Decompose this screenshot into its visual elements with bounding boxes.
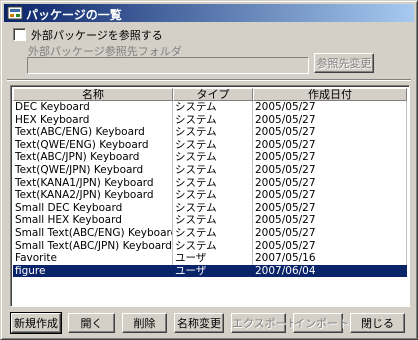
cell-name: Small DEC Keyboard bbox=[13, 201, 173, 215]
cell-name: Text(KANA2/JPN) Keyboard bbox=[13, 189, 173, 202]
cell-date: 2005/05/27 bbox=[253, 176, 407, 190]
window-title: パッケージの一覧 bbox=[26, 8, 122, 22]
list-row[interactable]: Text(KANA1/JPN) Keyboard システム 2005/05/27 bbox=[13, 176, 407, 190]
list-row[interactable]: Text(ABC/JPN) Keyboard システム 2005/05/27 bbox=[13, 151, 407, 164]
cell-name: Small Text(ABC/ENG) Keyboard bbox=[15, 226, 173, 240]
cell-date: 2005/05/27 bbox=[253, 151, 407, 164]
cell-date: 2005/05/27 bbox=[253, 138, 407, 152]
list-row[interactable]: figure ユーザ 2007/06/04 bbox=[13, 264, 407, 278]
title-bar: パッケージの一覧 bbox=[4, 4, 414, 22]
cell-date: 2005/05/27 bbox=[253, 113, 407, 127]
cell-date: 2005/05/27 bbox=[253, 239, 407, 253]
list-row[interactable]: Text(QWE/JPN) Keyboard システム 2005/05/27 bbox=[13, 163, 407, 177]
cell-type: システム bbox=[173, 126, 253, 139]
cell-date: 2005/05/27 bbox=[253, 226, 407, 240]
cell-name: Text(ABC/JPN) Keyboard bbox=[13, 151, 173, 164]
cell-date: 2007/05/16 bbox=[253, 252, 407, 265]
cell-type: システム bbox=[173, 101, 253, 114]
cell-type: システム bbox=[173, 214, 253, 227]
list-row[interactable]: Text(QWE/ENG) Keyboard システム 2005/05/27 bbox=[13, 138, 407, 152]
cell-type: ユーザ bbox=[173, 252, 253, 265]
cell-type: システム bbox=[173, 239, 253, 253]
list-row[interactable]: Small DEC Keyboard システム 2005/05/27 bbox=[13, 201, 407, 215]
package-icon bbox=[7, 6, 23, 20]
cell-type: システム bbox=[173, 201, 253, 215]
column-header-name[interactable]: 名称 bbox=[13, 88, 173, 101]
list-row[interactable]: Small Text(ABC/ENG) Keyboard システム 2005/05/… bbox=[13, 226, 407, 240]
cell-type: システム bbox=[173, 189, 253, 202]
import-button[interactable]: インポート bbox=[293, 313, 349, 333]
separator bbox=[7, 79, 411, 81]
cell-name: figure bbox=[13, 264, 173, 278]
close-button[interactable]: 閉じる bbox=[350, 313, 405, 333]
cell-type: システム bbox=[173, 176, 253, 190]
cell-date: 2005/05/27 bbox=[253, 101, 407, 114]
cell-name: Text(ABC/ENG) Keyboard bbox=[13, 126, 173, 139]
cell-type: システム bbox=[173, 113, 253, 127]
cell-date: 2005/05/27 bbox=[253, 201, 407, 215]
folder-path-field bbox=[27, 57, 309, 74]
open-button[interactable]: 開く bbox=[68, 313, 115, 333]
new-button[interactable]: 新規作成 bbox=[10, 312, 62, 334]
list-row[interactable]: DEC Keyboard システム 2005/05/27 bbox=[13, 101, 407, 114]
list-rows: DEC Keyboard システム 2005/05/27 HEX Keyboard シス… bbox=[13, 101, 407, 278]
cell-name: Small Text(ABC/JPN) Keyboard bbox=[15, 239, 173, 253]
list-row[interactable]: Text(ABC/ENG) Keyboard システム 2005/05/27 bbox=[13, 126, 407, 139]
list-row[interactable]: HEX Keyboard システム 2005/05/27 bbox=[13, 113, 407, 127]
cell-name: Text(KANA1/JPN) Keyboard bbox=[13, 176, 173, 190]
cell-type: システム bbox=[173, 138, 253, 152]
cell-date: 2005/05/27 bbox=[253, 214, 407, 227]
cell-date: 2005/05/27 bbox=[253, 189, 407, 202]
delete-button[interactable]: 削除 bbox=[122, 313, 167, 333]
cell-type: システム bbox=[173, 151, 253, 164]
use-external-checkbox[interactable] bbox=[13, 28, 26, 41]
package-list-dialog: パッケージの一覧 外部パッケージを参照する 外部パッケージ参照先フォルダ 参照先… bbox=[0, 0, 418, 340]
cell-date: 2005/05/27 bbox=[253, 126, 407, 139]
cell-date: 2005/05/27 bbox=[253, 163, 407, 177]
list-row[interactable]: Text(KANA2/JPN) Keyboard システム 2005/05/27 bbox=[13, 189, 407, 202]
list-row[interactable]: Favorite ユーザ 2007/05/16 bbox=[13, 252, 407, 265]
cell-name: Small HEX Keyboard bbox=[13, 214, 173, 227]
export-button[interactable]: エクスポート bbox=[231, 313, 298, 333]
column-header-date[interactable]: 作成日付 bbox=[253, 88, 407, 101]
cell-name: Text(QWE/JPN) Keyboard bbox=[13, 163, 173, 177]
change-folder-button[interactable]: 参照先変更 bbox=[314, 53, 374, 73]
list-header: 名称 タイプ 作成日付 bbox=[13, 88, 407, 101]
cell-name: HEX Keyboard bbox=[13, 113, 173, 127]
column-header-type[interactable]: タイプ bbox=[173, 88, 253, 101]
cell-name: DEC Keyboard bbox=[13, 101, 173, 114]
cell-name: Favorite bbox=[13, 252, 173, 265]
cell-type: ユーザ bbox=[173, 264, 253, 278]
cell-type: システム bbox=[173, 163, 253, 177]
cell-type: システム bbox=[173, 226, 253, 240]
package-list[interactable]: 名称 タイプ 作成日付 DEC Keyboard システム 2005/05/27 HE… bbox=[10, 85, 410, 307]
list-row[interactable]: Small Text(ABC/JPN) Keyboard システム 2005/05/… bbox=[13, 239, 407, 253]
rename-button[interactable]: 名称変更 bbox=[174, 313, 224, 333]
cell-name: Text(QWE/ENG) Keyboard bbox=[13, 138, 173, 152]
cell-date: 2007/06/04 bbox=[253, 264, 407, 278]
list-row[interactable]: Small HEX Keyboard システム 2005/05/27 bbox=[13, 214, 407, 227]
use-external-label: 外部パッケージを参照する bbox=[31, 29, 163, 42]
